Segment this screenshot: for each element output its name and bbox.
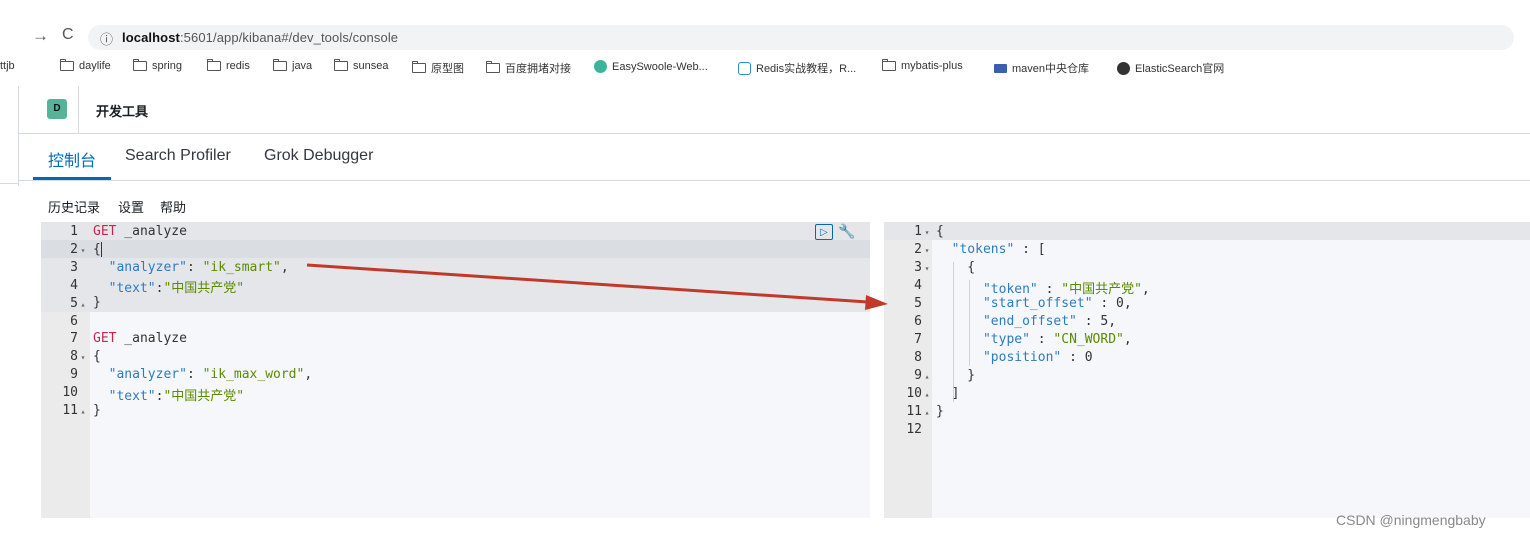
annotation-arrow: [306, 263, 888, 310]
watermark: CSDN @ningmengbaby: [1336, 512, 1486, 528]
